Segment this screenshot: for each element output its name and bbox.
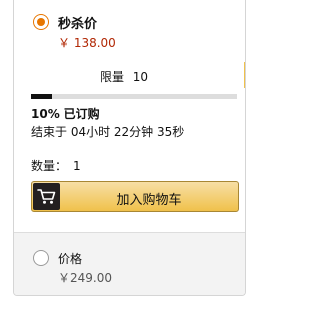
claimed-progress-fill bbox=[31, 94, 52, 99]
quantity-label: 数量： bbox=[31, 159, 68, 173]
regular-price-option: 价格 ￥249.00 bbox=[14, 232, 245, 295]
shopping-cart-icon bbox=[33, 183, 60, 210]
regular-price-radio-button[interactable] bbox=[33, 250, 49, 266]
limit-row: 限量 10 bbox=[14, 68, 234, 85]
quantity-row: 数量： 1 bbox=[31, 157, 81, 174]
add-to-cart-label: 加入购物车 bbox=[116, 193, 182, 208]
limit-value: 10 bbox=[132, 70, 149, 84]
claimed-progress-bar bbox=[31, 94, 237, 99]
quantity-value[interactable]: 1 bbox=[73, 159, 81, 173]
deal-option: 秒杀价 ￥ 138.00 限量 10 10% 已订购 结束于 04小时 22分钟… bbox=[14, 0, 245, 222]
regular-price-title: 价格 bbox=[58, 252, 83, 266]
limit-tab-accent bbox=[244, 62, 245, 88]
deal-title: 秒杀价 bbox=[58, 17, 98, 32]
regular-price-value: ￥249.00 bbox=[58, 271, 112, 285]
claimed-percent: 10% bbox=[31, 107, 60, 121]
deal-price: ￥ 138.00 bbox=[58, 36, 116, 50]
deal-radio-button[interactable] bbox=[33, 14, 49, 30]
claimed-suffix: 已订购 bbox=[63, 107, 100, 121]
deal-countdown: 结束于 04小时 22分钟 35秒 bbox=[31, 125, 185, 139]
claimed-status: 10% 已订购 bbox=[31, 105, 100, 122]
add-to-cart-button[interactable]: 加入购物车 bbox=[31, 181, 239, 212]
limit-label: 限量 bbox=[99, 70, 124, 84]
buy-box-panel: 秒杀价 ￥ 138.00 限量 10 10% 已订购 结束于 04小时 22分钟… bbox=[13, 0, 246, 296]
